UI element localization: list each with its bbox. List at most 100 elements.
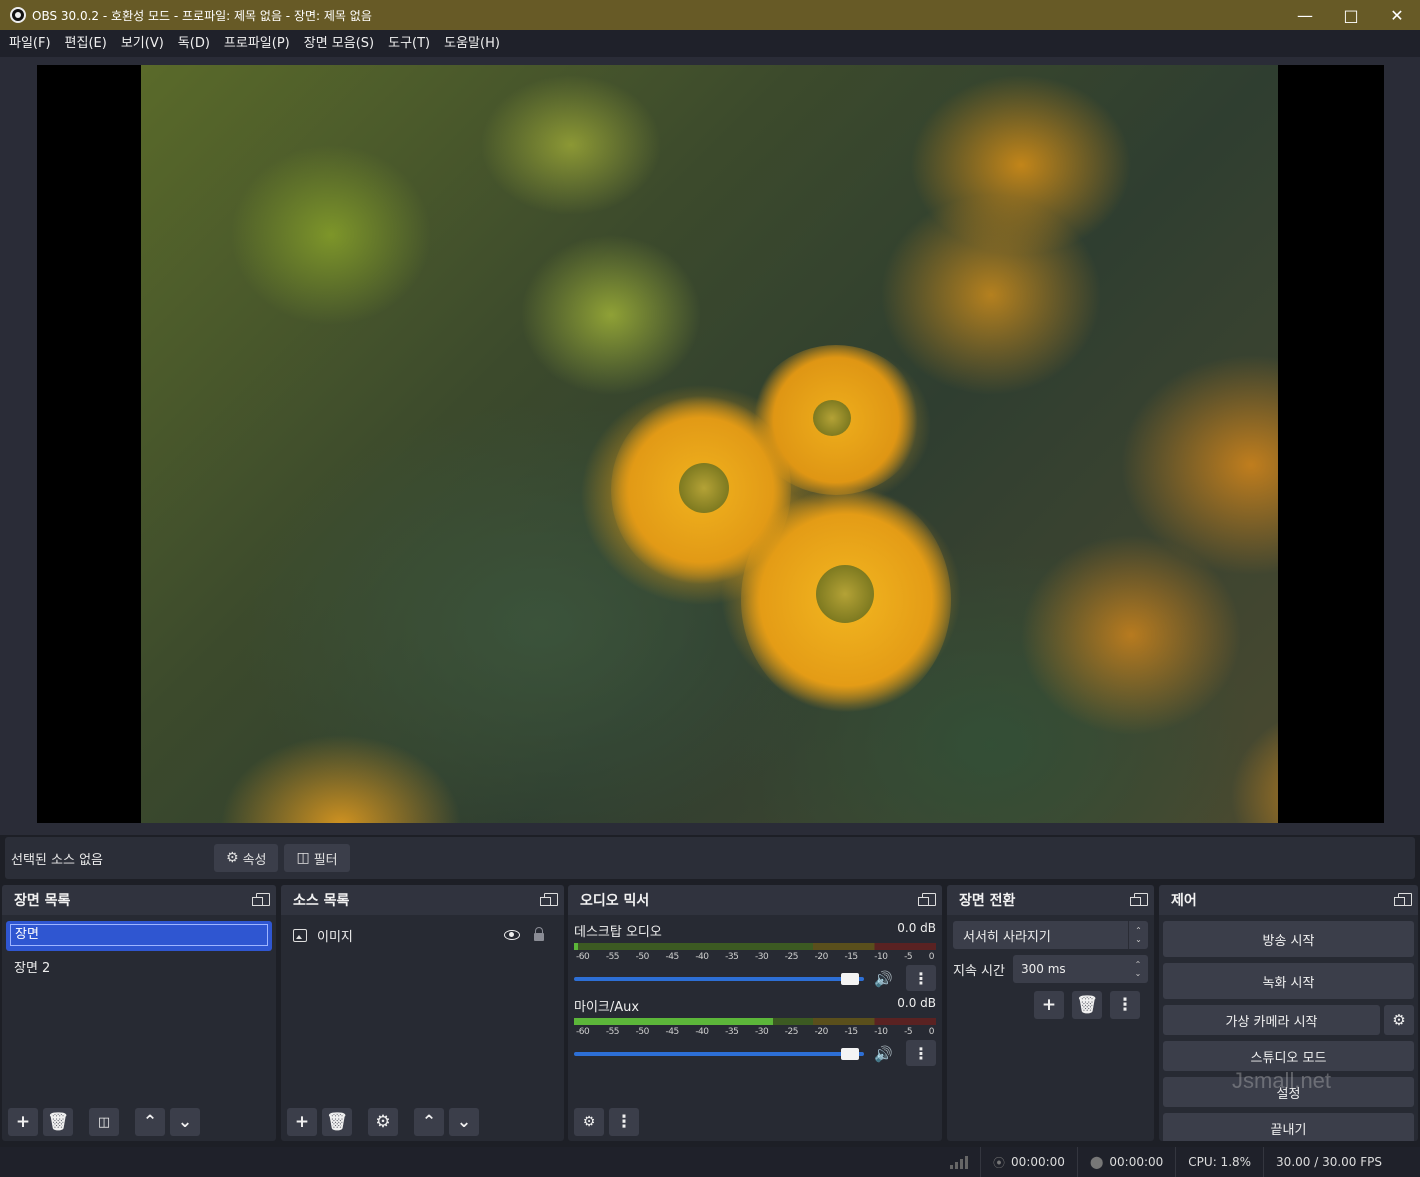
minimize-button[interactable]: — (1282, 0, 1328, 30)
tick-label: -15 (844, 952, 858, 962)
properties-button[interactable]: ⚙ 속성 (214, 844, 279, 872)
trash-icon: 🗑 (47, 1112, 69, 1132)
scene-name-edit[interactable]: 장면 (10, 924, 268, 946)
cpu-usage: CPU: 1.8% (1175, 1147, 1263, 1177)
scene-item[interactable]: 장면 2 (6, 955, 272, 983)
menu-tools[interactable]: 도구(T) (381, 30, 437, 57)
stream-status: ⦿ 00:00:00 (980, 1147, 1077, 1177)
start-streaming-button[interactable]: 방송 시작 (1163, 921, 1414, 957)
virtual-camera-settings-button[interactable]: ⚙ (1384, 1005, 1414, 1035)
source-item[interactable]: 이미지 (281, 919, 564, 951)
preview-area (0, 57, 1420, 835)
record-dot-icon: ⬤ (1089, 1155, 1104, 1169)
tick-label: -15 (844, 1027, 858, 1037)
image-icon (293, 928, 307, 942)
filter-icon: ◫ (296, 850, 310, 866)
sources-dock: 소스 목록 이미지 + 🗑 ⚙ ⌃ ⌄ (281, 885, 564, 1141)
stream-time: 00:00:00 (1011, 1155, 1065, 1169)
menu-file[interactable]: 파일(F) (2, 30, 58, 57)
maximize-button[interactable]: □ (1328, 0, 1374, 30)
scene-item-selected[interactable]: 장면 (6, 921, 272, 951)
menu-docks[interactable]: 독(D) (171, 30, 217, 57)
status-bar: ⦿ 00:00:00 ⬤ 00:00:00 CPU: 1.8% 30.00 / … (0, 1147, 1420, 1177)
start-recording-button[interactable]: 녹화 시작 (1163, 963, 1414, 999)
window-title: OBS 30.0.2 - 호환성 모드 - 프로파일: 제목 없음 - 장면: … (32, 8, 372, 23)
volume-slider-thumb[interactable] (841, 1048, 859, 1060)
obs-logo-icon (10, 7, 26, 23)
visibility-eye-icon[interactable] (504, 930, 520, 940)
move-scene-up-button[interactable]: ⌃ (135, 1108, 165, 1136)
chevron-down-icon: ⌄ (177, 1112, 193, 1132)
add-transition-button[interactable]: + (1034, 991, 1064, 1019)
menu-view[interactable]: 보기(V) (114, 30, 171, 57)
undock-icon[interactable] (918, 893, 936, 906)
updown-arrows-icon: ⌃ ⌄ (1128, 921, 1148, 949)
source-properties-button[interactable]: ⚙ (368, 1108, 398, 1136)
sources-title: 소스 목록 (293, 893, 350, 909)
tick-label: -30 (754, 1027, 769, 1037)
tick-label: -60 (576, 952, 590, 962)
start-virtual-camera-button[interactable]: 가상 카메라 시작 (1163, 1005, 1380, 1035)
speaker-icon[interactable]: 🔊 (874, 970, 893, 988)
chevron-down-icon: ⌄ (456, 1112, 472, 1132)
scene-filters-button[interactable]: ◫ (89, 1108, 119, 1136)
fps-display: 30.00 / 30.00 FPS (1263, 1147, 1420, 1177)
add-scene-button[interactable]: + (8, 1108, 38, 1136)
chevron-up-icon: ⌃ (142, 1112, 158, 1132)
tick-label: -25 (784, 952, 799, 962)
preview-canvas[interactable] (37, 65, 1384, 823)
move-source-down-button[interactable]: ⌄ (449, 1108, 479, 1136)
menu-profile[interactable]: 프로파일(P) (217, 30, 297, 57)
tick-label: -10 (874, 1027, 888, 1037)
tick-label: -5 (904, 1027, 913, 1037)
channel-menu-button[interactable]: ⋮ (906, 965, 936, 991)
undock-icon[interactable] (252, 893, 270, 906)
close-button[interactable]: ✕ (1374, 0, 1420, 30)
title-bar: OBS 30.0.2 - 호환성 모드 - 프로파일: 제목 없음 - 장면: … (0, 0, 1420, 30)
exit-button[interactable]: 끝내기 (1163, 1113, 1414, 1141)
channel-name: 데스크탑 오디오 (574, 925, 662, 940)
move-scene-down-button[interactable]: ⌄ (170, 1108, 200, 1136)
network-signal (938, 1147, 980, 1177)
spin-arrows-icon[interactable]: ⌃ ⌄ (1128, 955, 1148, 983)
tick-label: -20 (814, 1027, 829, 1037)
menu-bar: 파일(F) 편집(E) 보기(V) 독(D) 프로파일(P) 장면 모음(S) … (0, 30, 1420, 57)
filters-label: 필터 (313, 852, 338, 868)
channel-menu-button[interactable]: ⋮ (906, 1040, 936, 1066)
mixer-menu-button[interactable]: ⋮ (609, 1108, 639, 1136)
volume-slider-track[interactable] (574, 977, 864, 981)
signal-bars-icon (950, 1155, 969, 1169)
undock-icon[interactable] (540, 893, 558, 906)
transitions-title: 장면 전환 (959, 893, 1016, 909)
move-source-up-button[interactable]: ⌃ (414, 1108, 444, 1136)
speaker-icon[interactable]: 🔊 (874, 1045, 893, 1063)
tick-label: -10 (874, 952, 888, 962)
volume-slider-thumb[interactable] (841, 973, 859, 985)
undock-icon[interactable] (1394, 893, 1412, 906)
remove-source-button[interactable]: 🗑 (322, 1108, 352, 1136)
remove-scene-button[interactable]: 🗑 (43, 1108, 73, 1136)
source-toolbar: 선택된 소스 없음 ⚙ 속성 ◫ 필터 (5, 837, 1415, 879)
gear-icon: ⚙ (1392, 1011, 1406, 1029)
advanced-audio-button[interactable]: ⚙ (574, 1108, 604, 1136)
lock-icon[interactable] (534, 927, 544, 941)
menu-scene-collection[interactable]: 장면 모음(S) (297, 30, 381, 57)
menu-edit[interactable]: 편집(E) (58, 30, 114, 57)
tick-label: -55 (605, 1027, 620, 1037)
studio-mode-button[interactable]: 스튜디오 모드 (1163, 1041, 1414, 1071)
source-name: 이미지 (317, 929, 353, 945)
remove-transition-button[interactable]: 🗑 (1072, 991, 1102, 1019)
menu-help[interactable]: 도움말(H) (437, 30, 507, 57)
tick-label: -35 (725, 952, 739, 962)
undock-icon[interactable] (1130, 893, 1148, 906)
transition-select[interactable]: 서서히 사라지기 ⌃ ⌄ (953, 921, 1148, 949)
scenes-title: 장면 목록 (14, 893, 71, 909)
transition-menu-button[interactable]: ⋮ (1110, 991, 1140, 1019)
volume-slider-track[interactable] (574, 1052, 864, 1056)
controls-title: 제어 (1171, 893, 1197, 909)
add-source-button[interactable]: + (287, 1108, 317, 1136)
duration-spinbox[interactable]: 300 ms ⌃ ⌄ (1013, 955, 1148, 983)
tick-label: -20 (814, 952, 829, 962)
kebab-icon: ⋮ (615, 1112, 633, 1132)
filters-button[interactable]: ◫ 필터 (284, 844, 350, 872)
